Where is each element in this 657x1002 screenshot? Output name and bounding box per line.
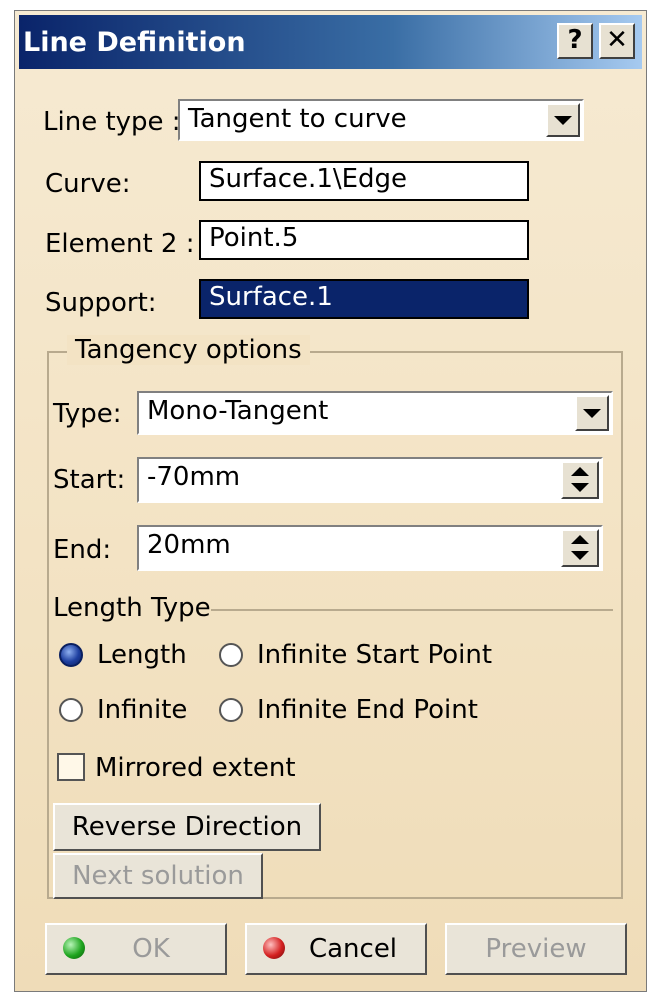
mirrored-extent-label[interactable]: Mirrored extent (95, 753, 296, 783)
next-solution-button[interactable]: Next solution (53, 853, 263, 899)
preview-button[interactable]: Preview (445, 923, 627, 975)
tangency-type-label: Type: (53, 399, 122, 429)
radio-length-label[interactable]: Length (97, 640, 187, 670)
ok-icon (63, 937, 85, 959)
tangency-type-select[interactable]: Mono-Tangent (137, 391, 613, 435)
chevron-down-icon (554, 116, 572, 125)
radio-infinite[interactable] (59, 698, 83, 722)
start-value: -70mm (147, 462, 241, 492)
start-label: Start: (53, 465, 126, 495)
ok-button[interactable]: OK (45, 923, 227, 975)
support-label: Support: (45, 288, 157, 318)
reverse-direction-button[interactable]: Reverse Direction (53, 803, 321, 851)
curve-value: Surface.1\Edge (209, 164, 408, 194)
tangency-options-group: Tangency options Type: Mono-Tangent Star… (47, 335, 623, 899)
end-label: End: (53, 535, 112, 565)
curve-label: Curve: (45, 169, 131, 199)
spin-up-icon[interactable] (571, 467, 589, 476)
radio-infinite-end-point-label[interactable]: Infinite End Point (257, 695, 478, 725)
title-bar[interactable]: Line Definition ? ✕ (19, 15, 642, 69)
end-value: 20mm (147, 530, 231, 560)
line-type-select[interactable]: Tangent to curve (178, 99, 584, 141)
next-solution-label: Next solution (72, 861, 244, 891)
cancel-icon (263, 937, 285, 959)
spin-down-icon[interactable] (571, 483, 589, 492)
dialog-title: Line Definition (23, 27, 246, 58)
cancel-label: Cancel (308, 934, 398, 964)
radio-infinite-label[interactable]: Infinite (97, 695, 187, 725)
spin-down-icon[interactable] (571, 551, 589, 560)
radio-infinite-start-point-label[interactable]: Infinite Start Point (257, 640, 492, 670)
end-field[interactable]: 20mm (137, 525, 603, 571)
cancel-button[interactable]: Cancel (245, 923, 427, 975)
tangency-options-legend: Tangency options (67, 335, 310, 365)
length-type-divider (211, 609, 613, 611)
support-field[interactable]: Surface.1 (199, 279, 529, 319)
element2-value: Point.5 (209, 223, 299, 253)
line-definition-dialog: Line Definition ? ✕ Line type : Tangent … (14, 10, 647, 992)
element2-field[interactable]: Point.5 (199, 220, 529, 260)
start-field[interactable]: -70mm (137, 457, 603, 503)
mirrored-extent-checkbox[interactable] (57, 753, 85, 781)
element2-label: Element 2 : (45, 229, 195, 259)
line-type-label: Line type : (43, 107, 181, 137)
length-type-legend: Length Type (53, 593, 211, 623)
start-spinner[interactable] (561, 461, 599, 499)
help-button[interactable]: ? (557, 23, 593, 59)
tangency-type-value: Mono-Tangent (147, 396, 329, 426)
tangency-type-dropdown-button[interactable] (575, 395, 609, 431)
preview-label: Preview (485, 934, 587, 964)
chevron-down-icon (583, 409, 601, 418)
help-icon: ? (567, 25, 583, 55)
radio-infinite-end-point[interactable] (219, 698, 243, 722)
end-spinner[interactable] (561, 529, 599, 567)
radio-infinite-start-point[interactable] (219, 643, 243, 667)
curve-field[interactable]: Surface.1\Edge (199, 161, 529, 201)
spin-up-icon[interactable] (571, 535, 589, 544)
line-type-value: Tangent to curve (188, 104, 407, 134)
support-value: Surface.1 (209, 282, 333, 312)
ok-label: OK (132, 934, 170, 964)
reverse-direction-label: Reverse Direction (71, 812, 303, 842)
radio-length[interactable] (59, 643, 83, 667)
close-button[interactable]: ✕ (599, 23, 635, 59)
close-icon: ✕ (606, 25, 628, 55)
line-type-dropdown-button[interactable] (546, 103, 580, 137)
